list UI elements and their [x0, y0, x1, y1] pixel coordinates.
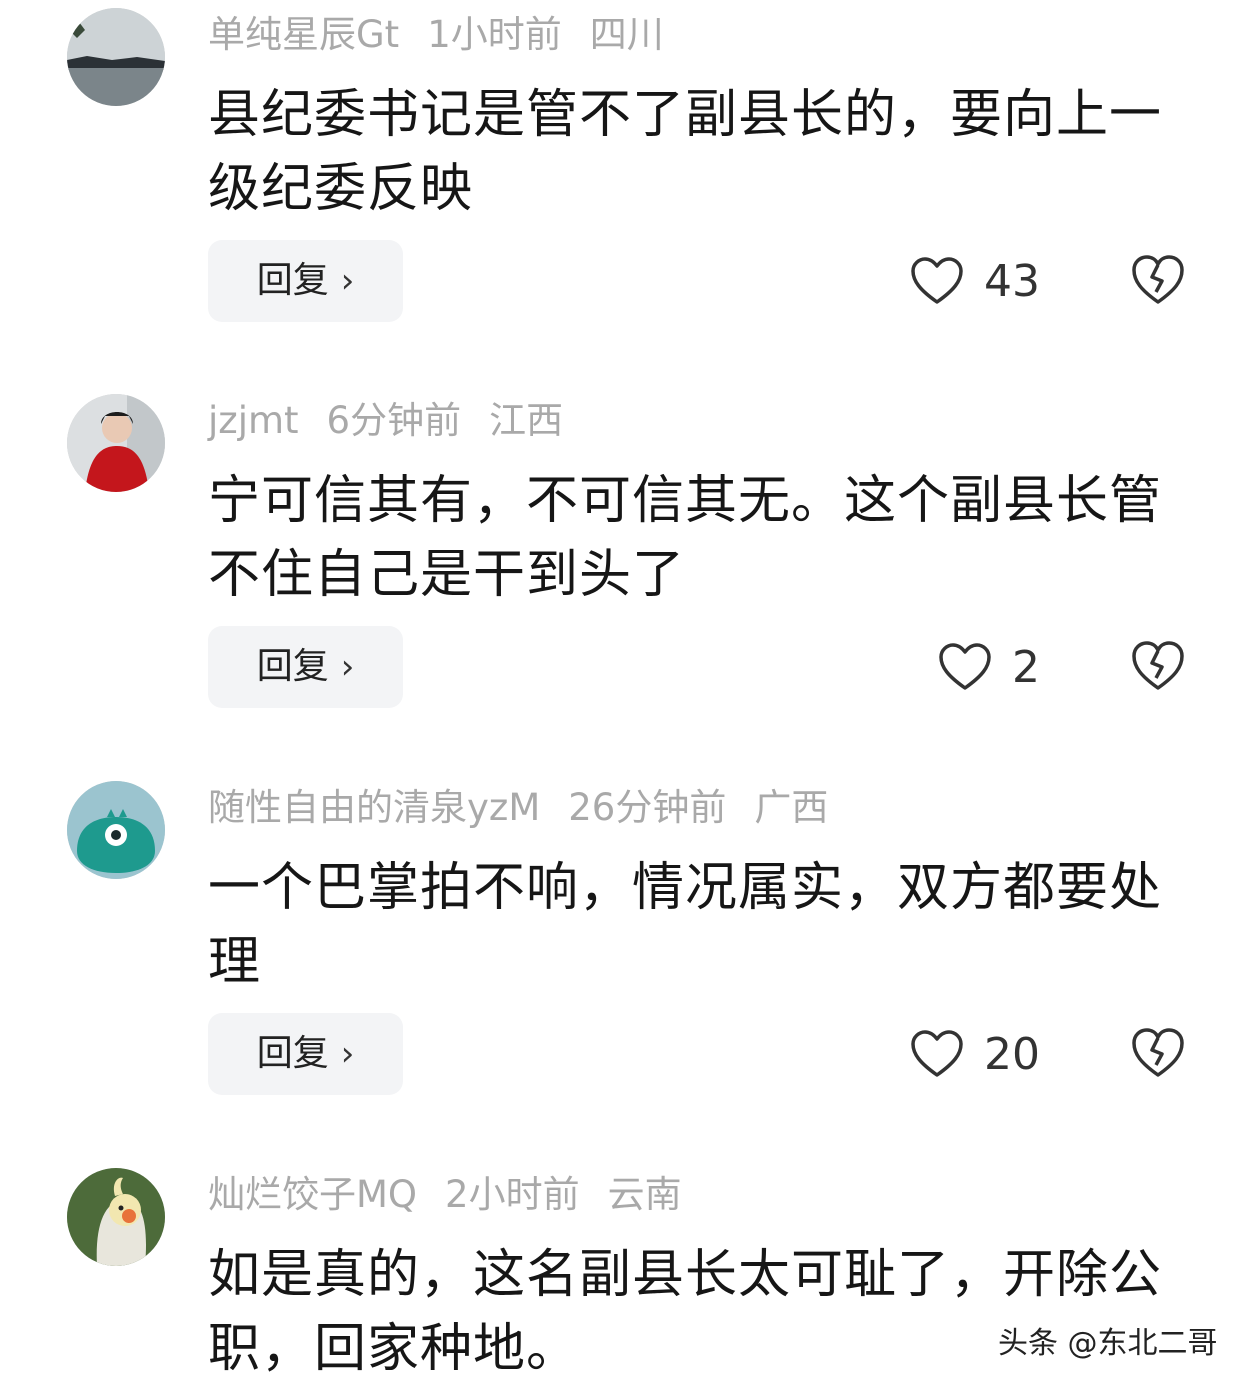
- like-button[interactable]: 2: [938, 636, 1040, 698]
- heart-outline-icon: [911, 257, 963, 304]
- comment-meta: 单纯星辰Gt 1小时前 四川: [208, 12, 692, 58]
- location: 广西: [754, 786, 829, 829]
- reply-label: 回复: [256, 646, 329, 687]
- avatar[interactable]: [67, 8, 165, 106]
- comment-item: jzjmt 6分钟前 江西 宁可信其有，不可信其无。这个副县长管不住自己是干到头了 …: [0, 386, 1260, 766]
- comment-text: 宁可信其有，不可信其无。这个副县长管不住自己是干到头了: [208, 471, 1163, 605]
- chevron-right-icon: ›: [340, 1034, 355, 1074]
- timestamp: 26分钟前: [568, 786, 727, 829]
- chevron-right-icon: ›: [340, 261, 355, 301]
- comment-meta: 灿烂饺子MQ 2小时前 云南: [208, 1172, 710, 1218]
- reply-button[interactable]: 回复 ›: [208, 626, 403, 708]
- like-count: 20: [984, 1028, 1040, 1080]
- chevron-right-icon: ›: [340, 647, 355, 687]
- avatar[interactable]: [67, 1168, 165, 1266]
- dislike-button[interactable]: [1130, 252, 1186, 306]
- avatar[interactable]: [67, 781, 165, 879]
- comment-text: 一个巴掌拍不响，情况属实，双方都要处理: [208, 858, 1163, 992]
- comment-meta: jzjmt 6分钟前 江西: [208, 398, 591, 444]
- reply-button[interactable]: 回复 ›: [208, 1013, 403, 1095]
- timestamp: 1小时前: [427, 13, 562, 56]
- broken-heart-icon: [1132, 1028, 1184, 1077]
- timestamp: 2小时前: [445, 1173, 580, 1216]
- comment-text: 如是真的，这名副县长太可耻了，开除公职，回家种地。: [208, 1245, 1163, 1379]
- like-button[interactable]: 43: [910, 250, 1040, 312]
- avatar[interactable]: [67, 394, 165, 492]
- dislike-button[interactable]: [1130, 638, 1186, 692]
- comment-item: 随性自由的清泉yzM 26分钟前 广西 一个巴掌拍不响，情况属实，双方都要处理 回复…: [0, 773, 1260, 1153]
- comment-text: 县纪委书记是管不了副县长的，要向上一级纪委反映: [208, 85, 1163, 219]
- username[interactable]: jzjmt: [208, 399, 299, 442]
- like-count: 2: [1012, 641, 1040, 693]
- location: 四川: [589, 13, 664, 56]
- username[interactable]: 随性自由的清泉yzM: [208, 786, 540, 829]
- broken-heart-icon: [1132, 255, 1184, 304]
- username[interactable]: 单纯星辰Gt: [208, 13, 399, 56]
- comment-item: 单纯星辰Gt 1小时前 四川 县纪委书记是管不了副县长的，要向上一级纪委反映 回复 ›…: [0, 0, 1260, 380]
- comment-meta: 随性自由的清泉yzM 26分钟前 广西: [208, 785, 856, 831]
- broken-heart-icon: [1132, 641, 1184, 690]
- timestamp: 6分钟前: [326, 399, 462, 442]
- heart-outline-icon: [939, 643, 991, 690]
- like-button[interactable]: 20: [910, 1023, 1040, 1085]
- location: 江西: [489, 399, 564, 442]
- reply-label: 回复: [256, 260, 329, 301]
- username[interactable]: 灿烂饺子MQ: [208, 1173, 417, 1216]
- location: 云南: [607, 1173, 682, 1216]
- watermark: 头条 @东北二哥: [998, 1326, 1218, 1361]
- dislike-button[interactable]: [1130, 1025, 1186, 1079]
- reply-label: 回复: [256, 1033, 329, 1074]
- heart-outline-icon: [911, 1030, 963, 1077]
- like-count: 43: [984, 255, 1040, 307]
- reply-button[interactable]: 回复 ›: [208, 240, 403, 322]
